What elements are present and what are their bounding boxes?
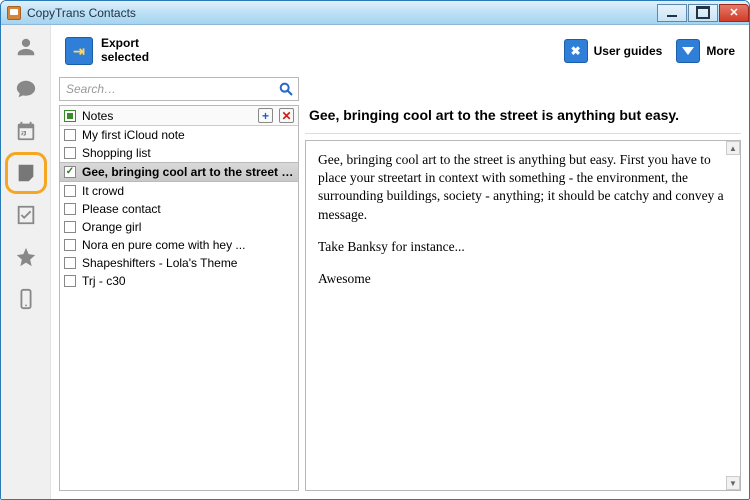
list-item-label: My first iCloud note <box>82 128 185 142</box>
list-item[interactable]: It crowd <box>60 182 298 200</box>
list-item-checkbox[interactable] <box>64 129 76 141</box>
list-item[interactable]: Gee, bringing cool art to the street is … <box>60 162 298 182</box>
more-button[interactable]: More <box>676 39 735 63</box>
titlebar: CopyTrans Contacts <box>1 1 749 25</box>
list-item[interactable]: Nora en pure come with hey ... <box>60 236 298 254</box>
user-guides-button[interactable]: ✖ User guides <box>564 39 663 63</box>
maximize-button[interactable] <box>688 4 718 22</box>
list-item-checkbox[interactable] <box>64 185 76 197</box>
export-icon[interactable]: ⇥ <box>65 37 93 65</box>
rail-notes-icon[interactable] <box>14 161 38 185</box>
search-box <box>59 77 299 101</box>
list-header-label: Notes <box>82 109 252 123</box>
scroll-up-button[interactable]: ▲ <box>726 141 740 155</box>
app-window: CopyTrans Contacts 24 <box>0 0 750 500</box>
list-item-checkbox[interactable] <box>64 203 76 215</box>
list-item[interactable]: My first iCloud note <box>60 126 298 144</box>
note-preview-body[interactable]: Gee, bringing cool art to the street is … <box>305 140 741 491</box>
select-all-checkbox[interactable] <box>64 110 76 122</box>
list-item-checkbox[interactable] <box>64 239 76 251</box>
chevron-down-icon <box>676 39 700 63</box>
list-item-label: Shapeshifters - Lola's Theme <box>82 256 237 270</box>
app-title: CopyTrans Contacts <box>27 6 136 20</box>
list-item[interactable]: Orange girl <box>60 218 298 236</box>
rail-messages-icon[interactable] <box>14 77 38 101</box>
svg-text:24: 24 <box>20 130 30 139</box>
list-item-checkbox[interactable] <box>64 257 76 269</box>
user-guides-label: User guides <box>594 44 663 58</box>
note-preview-title: Gee, bringing cool art to the street is … <box>305 77 741 134</box>
list-item-label: It crowd <box>82 184 124 198</box>
list-item-label: Trj - c30 <box>82 274 126 288</box>
export-selected-button[interactable]: Export selected <box>101 37 149 65</box>
scroll-down-button[interactable]: ▼ <box>726 476 740 490</box>
more-label: More <box>706 44 735 58</box>
list-header: Notes + ✕ <box>60 106 298 126</box>
preview-scrollbar: ▲ ▼ <box>725 140 741 491</box>
preview-paragraph: Awesome <box>318 270 728 288</box>
list-item-checkbox[interactable] <box>64 221 76 233</box>
list-item[interactable]: Trj - c30 <box>60 272 298 290</box>
rail-tasks-icon[interactable] <box>14 203 38 227</box>
rail-device-icon[interactable] <box>14 287 38 311</box>
list-item-checkbox[interactable] <box>64 275 76 287</box>
left-rail: 24 <box>1 25 51 499</box>
rail-contacts-icon[interactable] <box>14 35 38 59</box>
rail-calendar-icon[interactable]: 24 <box>14 119 38 143</box>
rail-favorites-icon[interactable] <box>14 245 38 269</box>
delete-note-button[interactable]: ✕ <box>279 108 294 123</box>
list-body: My first iCloud note Shopping list Gee, br… <box>60 126 298 490</box>
tools-icon: ✖ <box>564 39 588 63</box>
list-item[interactable]: Shapeshifters - Lola's Theme <box>60 254 298 272</box>
search-icon[interactable] <box>278 81 294 100</box>
list-item-checkbox[interactable] <box>64 147 76 159</box>
add-note-button[interactable]: + <box>258 108 273 123</box>
minimize-button[interactable] <box>657 4 687 22</box>
list-item-label: Orange girl <box>82 220 141 234</box>
toolbar: ⇥ Export selected ✖ User guides More <box>51 25 749 77</box>
list-item[interactable]: Please contact <box>60 200 298 218</box>
search-input[interactable] <box>60 78 298 100</box>
list-item-label: Nora en pure come with hey ... <box>82 238 245 252</box>
list-item-label: Gee, bringing cool art to the street is … <box>82 165 294 179</box>
preview-paragraph: Gee, bringing cool art to the street is … <box>318 151 728 224</box>
close-button[interactable] <box>719 4 749 22</box>
list-item-label: Please contact <box>82 202 161 216</box>
list-item-label: Shopping list <box>82 146 151 160</box>
window-controls <box>657 4 749 22</box>
app-icon <box>7 6 21 20</box>
preview-paragraph: Take Banksy for instance... <box>318 238 728 256</box>
list-item-checkbox[interactable] <box>64 166 76 178</box>
notes-list-panel: Notes + ✕ My first iCloud note Shopping l… <box>59 105 299 491</box>
list-item[interactable]: Shopping list <box>60 144 298 162</box>
